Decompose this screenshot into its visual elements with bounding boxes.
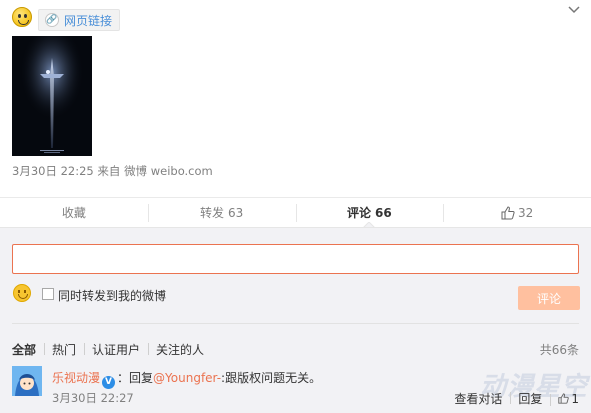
avatar[interactable] bbox=[12, 366, 42, 396]
comment-label: 评论 bbox=[347, 206, 372, 220]
repost-option-label: 同时转发到我的微博 bbox=[58, 289, 167, 303]
web-link-button[interactable]: 🔗 网页链接 bbox=[38, 9, 121, 31]
comment-total: 共66条 bbox=[539, 343, 579, 357]
divider bbox=[12, 323, 579, 324]
thumbs-up-icon bbox=[501, 205, 515, 219]
repost-label: 转发 bbox=[199, 206, 224, 220]
comment-mention-link[interactable]: @Youngfer- bbox=[153, 371, 221, 385]
comment-panel: 同时转发到我的微博 评论 全部 热门 认证用户 关注的人 共66条 乐视动漫 V：… bbox=[0, 227, 591, 413]
filter-verified[interactable]: 认证用户 bbox=[84, 341, 148, 358]
weibo-post: 🔗 网页链接 3月30日 22:25 来自 微博 weibo.com bbox=[0, 0, 591, 197]
post-source[interactable]: 微博 weibo.com bbox=[124, 164, 213, 178]
comment-count: 66 bbox=[375, 205, 392, 220]
repost-checkbox[interactable] bbox=[42, 288, 54, 300]
like-count: 32 bbox=[517, 205, 534, 220]
post-image-thumbnail[interactable] bbox=[12, 36, 92, 156]
web-link-label: 网页链接 bbox=[64, 13, 113, 28]
verified-badge-icon: V bbox=[102, 376, 116, 389]
filter-following[interactable]: 关注的人 bbox=[148, 341, 212, 358]
comment-actions: 查看对话 回复 1 bbox=[446, 390, 579, 407]
thumbs-up-icon bbox=[558, 392, 570, 404]
post-action-bar: 收藏 转发 63 评论 66 32 bbox=[0, 197, 591, 228]
link-icon: 🔗 bbox=[45, 13, 59, 27]
comment-tab-button[interactable]: 评论 66 bbox=[295, 198, 444, 228]
comment-input[interactable] bbox=[12, 244, 579, 274]
chevron-down-icon[interactable] bbox=[568, 6, 580, 14]
crying-face-emoji-icon bbox=[12, 7, 32, 27]
smiley-icon[interactable] bbox=[13, 284, 31, 302]
post-meta: 3月30日 22:25 来自 微博 weibo.com bbox=[12, 163, 213, 179]
filter-hot[interactable]: 热门 bbox=[44, 341, 84, 358]
view-conversation-link[interactable]: 查看对话 bbox=[446, 390, 510, 407]
comment-reply-prefix: ：回复 bbox=[117, 371, 154, 385]
comment-like-button[interactable]: 1 bbox=[550, 392, 579, 406]
repost-button[interactable]: 转发 63 bbox=[147, 198, 296, 227]
favorite-button[interactable]: 收藏 bbox=[0, 198, 148, 227]
comment-text: :跟版权问题无关。 bbox=[221, 371, 322, 385]
like-button[interactable]: 32 bbox=[443, 198, 591, 227]
comment-content: 乐视动漫 V ：回复@Youngfer-:跟版权问题无关。 bbox=[52, 369, 321, 389]
filter-all[interactable]: 全部 bbox=[12, 341, 44, 358]
comment-username[interactable]: 乐视动漫 bbox=[52, 371, 100, 385]
comment-like-count: 1 bbox=[571, 391, 579, 406]
post-time[interactable]: 3月30日 22:25 bbox=[12, 164, 94, 178]
reply-link[interactable]: 回复 bbox=[510, 390, 550, 407]
favorite-label: 收藏 bbox=[61, 206, 86, 220]
post-from-label: 来自 bbox=[97, 164, 121, 178]
submit-comment-button[interactable]: 评论 bbox=[518, 286, 580, 310]
comment-time: 3月30日 22:27 bbox=[52, 391, 134, 405]
comment-filter-bar: 全部 热门 认证用户 关注的人 bbox=[12, 341, 212, 358]
repost-count: 63 bbox=[227, 205, 244, 220]
